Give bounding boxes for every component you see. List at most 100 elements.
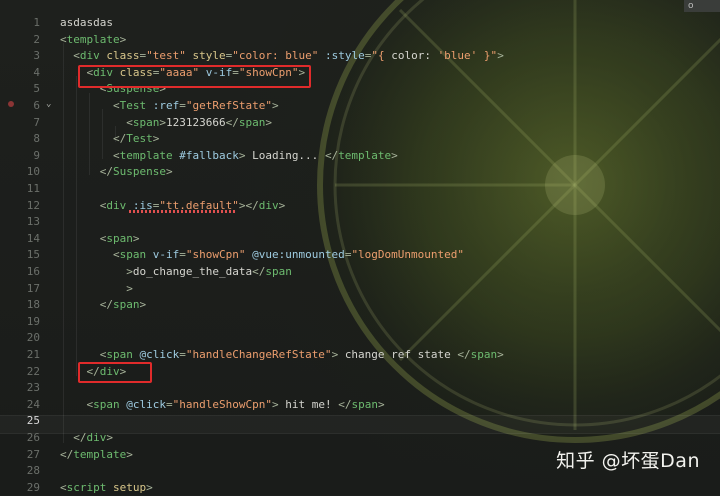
code-token: =: [179, 248, 186, 262]
code-token: template: [66, 32, 120, 46]
code-token: span: [106, 348, 140, 361]
code-line[interactable]: 13: [0, 214, 720, 231]
code-token: "color: blue": [232, 49, 319, 63]
code-token: <: [60, 115, 133, 129]
code-token: setup: [112, 480, 147, 494]
code-token: <: [60, 148, 120, 162]
code-token: 123123666: [165, 115, 226, 129]
line-number: 29: [26, 480, 40, 494]
code-token: ></: [238, 198, 259, 212]
code-token: template: [119, 148, 180, 162]
code-token: <: [60, 49, 80, 63]
code-token: #fallback: [179, 148, 239, 162]
code-token: div: [258, 198, 279, 212]
code-token: asdasdas: [60, 16, 113, 29]
code-token: "handleChangeRefState": [185, 348, 332, 361]
code-line[interactable]: 26 </div>: [0, 430, 720, 447]
code-token: >: [152, 132, 160, 146]
code-text: <template #fallback> Loading... </templa…: [60, 148, 398, 165]
code-token: Test: [126, 132, 153, 146]
line-number: 25: [26, 414, 40, 428]
code-token: span: [351, 397, 378, 411]
code-token: >: [497, 348, 504, 361]
code-token: =: [166, 397, 173, 411]
line-number: 15: [26, 248, 40, 262]
code-token: >: [238, 148, 253, 162]
code-token: @click: [126, 397, 166, 411]
code-token: @click: [139, 348, 180, 361]
code-text: <script setup>: [60, 480, 153, 496]
line-number: 4: [33, 65, 40, 79]
code-token: :style: [318, 49, 365, 63]
code-token: >: [119, 32, 127, 46]
line-number: 19: [26, 314, 40, 328]
line-number: 28: [26, 464, 40, 478]
code-token: </: [60, 431, 87, 444]
code-token: Test: [119, 99, 153, 112]
highlight-box-div-open: [78, 65, 311, 88]
code-text: </span>: [60, 297, 146, 314]
code-text: <template>: [60, 32, 126, 49]
code-token: "{: [371, 49, 392, 63]
code-line[interactable]: 6 <Test :ref="getRefState">: [0, 98, 720, 115]
line-number: 24: [26, 397, 40, 411]
code-line[interactable]: 25: [0, 413, 720, 430]
line-number: 5: [33, 82, 40, 96]
code-line[interactable]: 3 <div class="test" style="color: blue" …: [0, 48, 720, 65]
code-text: <div class="test" style="color: blue" :s…: [60, 48, 504, 65]
code-line[interactable]: 10 </Suspense>: [0, 164, 720, 181]
code-line[interactable]: 1 asdasdas: [0, 15, 720, 32]
code-token: :ref: [152, 99, 180, 112]
code-line[interactable]: 2 <template>: [0, 32, 720, 49]
line-number: 1: [33, 16, 40, 29]
code-token: span: [112, 298, 140, 312]
line-number: 3: [33, 49, 40, 63]
code-token: div: [79, 49, 107, 63]
code-line[interactable]: 16 >do_change_the_data</span: [0, 264, 720, 281]
code-line[interactable]: 20: [0, 330, 720, 347]
line-number: 18: [26, 298, 40, 312]
line-number: 23: [26, 381, 40, 395]
code-line[interactable]: 9 <template #fallback> Loading... </temp…: [0, 148, 720, 165]
code-token: >: [126, 447, 133, 461]
line-number: 13: [26, 215, 40, 229]
code-token: <: [60, 348, 107, 361]
code-token: >: [139, 298, 147, 312]
code-line[interactable]: 24 <span @click="handleShowCpn"> hit me!…: [0, 397, 720, 414]
code-token: >: [278, 198, 286, 212]
code-line[interactable]: 18 </span>: [0, 297, 720, 314]
code-token: >: [331, 348, 345, 361]
code-line[interactable]: 7 <span>123123666</span>: [0, 115, 720, 132]
code-token: </: [457, 348, 471, 361]
line-number: 17: [26, 281, 40, 295]
code-line[interactable]: 19: [0, 314, 720, 331]
code-text: <span @click="handleShowCpn"> hit me! </…: [60, 397, 384, 414]
code-token: div: [86, 431, 107, 444]
code-text: >do_change_the_data</span: [60, 264, 292, 281]
watermark-text: 知乎 @坏蛋Dan: [556, 450, 700, 472]
code-token: "showCpn": [185, 248, 246, 262]
code-token: >: [159, 115, 166, 129]
code-token: >: [497, 49, 504, 63]
code-line[interactable]: 11: [0, 181, 720, 198]
code-line[interactable]: 8 </Test>: [0, 131, 720, 148]
code-token: hit me!: [285, 397, 339, 411]
code-token: >: [165, 165, 173, 179]
code-token: span: [132, 115, 160, 129]
code-token: span: [265, 265, 292, 278]
code-line[interactable]: 15 <span v-if="showCpn" @vue:unmounted="…: [0, 247, 720, 264]
line-number: 10: [26, 165, 40, 179]
line-number: 6: [33, 99, 40, 112]
code-line[interactable]: 14 <span>: [0, 231, 720, 248]
code-token: </: [225, 115, 239, 129]
code-token: style: [185, 49, 226, 63]
code-token: <: [60, 99, 120, 112]
line-number: 11: [26, 182, 40, 195]
code-line[interactable]: 12 <div :is="tt.default"></div>: [0, 198, 720, 215]
line-number: 21: [26, 348, 40, 361]
code-line[interactable]: 29 <script setup>: [0, 480, 720, 496]
code-text: </Suspense>: [60, 164, 173, 181]
code-line[interactable]: 17 >: [0, 281, 720, 298]
line-number: 16: [26, 265, 40, 278]
code-token: "getRefState": [185, 99, 272, 112]
